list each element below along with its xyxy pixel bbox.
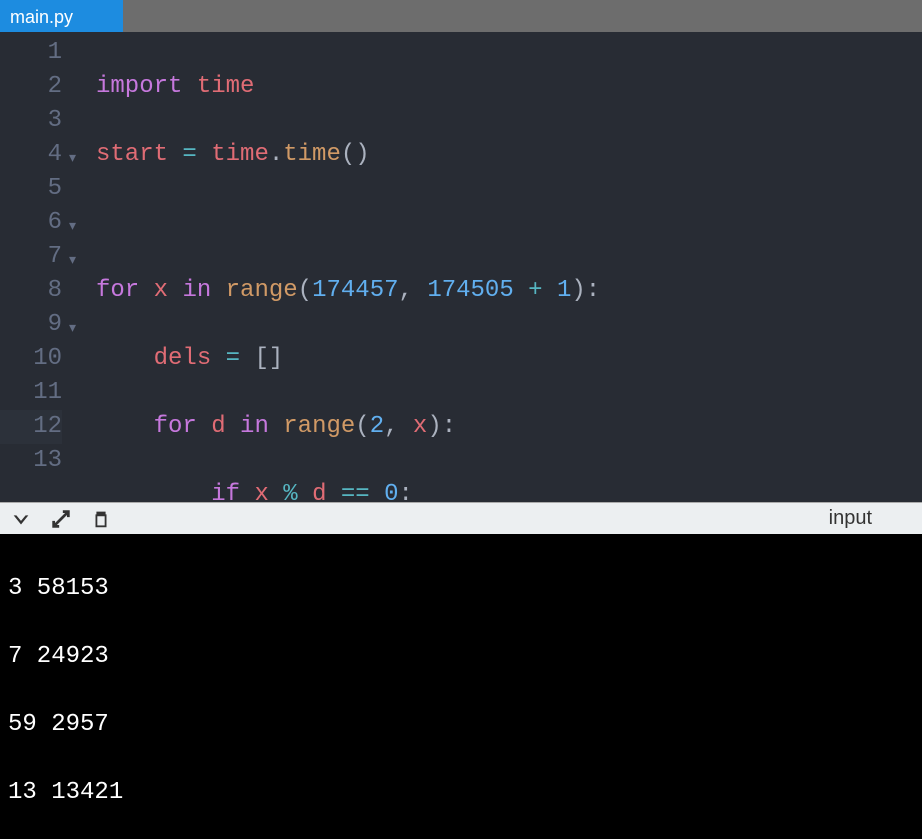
line-number: 1 — [48, 39, 62, 66]
line-number: 4 — [48, 141, 62, 168]
line-number: 12 — [33, 413, 62, 440]
line-number: 3 — [48, 107, 62, 134]
fold-icon[interactable]: ▾ — [69, 244, 76, 278]
line-number: 10 — [33, 345, 62, 372]
tab-bar: main.py — [0, 0, 922, 32]
console-line: 13 13421 — [8, 776, 914, 810]
console-line: 59 2957 — [8, 708, 914, 742]
code-area[interactable]: import time start = time.time() for x in… — [72, 32, 922, 502]
fold-icon[interactable]: ▾ — [69, 210, 76, 244]
input-label: input — [829, 507, 912, 530]
fold-icon[interactable]: ▾ — [69, 142, 76, 176]
console-output[interactable]: 3 58153 7 24923 59 2957 13 13421 149 117… — [0, 534, 922, 839]
code-editor[interactable]: 1 2 3 4 ▾ 5 6 ▾ 7 ▾ 8 9 ▾ 10 11 12 13 import… — [0, 32, 922, 502]
line-number: 2 — [48, 73, 62, 100]
line-number: 8 — [48, 277, 62, 304]
line-number: 11 — [33, 379, 62, 406]
console-line: 3 58153 — [8, 572, 914, 606]
expand-icon[interactable] — [50, 508, 72, 530]
chevron-down-icon[interactable] — [10, 508, 32, 530]
line-number: 13 — [33, 447, 62, 474]
fold-icon[interactable]: ▾ — [69, 312, 76, 346]
line-number: 7 — [48, 243, 62, 270]
console-toolbar: input — [0, 502, 922, 534]
clipboard-icon[interactable] — [90, 508, 112, 530]
console-line: 7 24923 — [8, 640, 914, 674]
line-number: 5 — [48, 175, 62, 202]
tab-main-py[interactable]: main.py — [0, 0, 123, 32]
line-number: 9 — [48, 311, 62, 338]
line-number: 6 — [48, 209, 62, 236]
line-number-gutter: 1 2 3 4▾ 5 6▾ 7▾ 8 9▾ 10 11 12 13 — [0, 32, 72, 502]
tab-label: main.py — [10, 7, 73, 28]
